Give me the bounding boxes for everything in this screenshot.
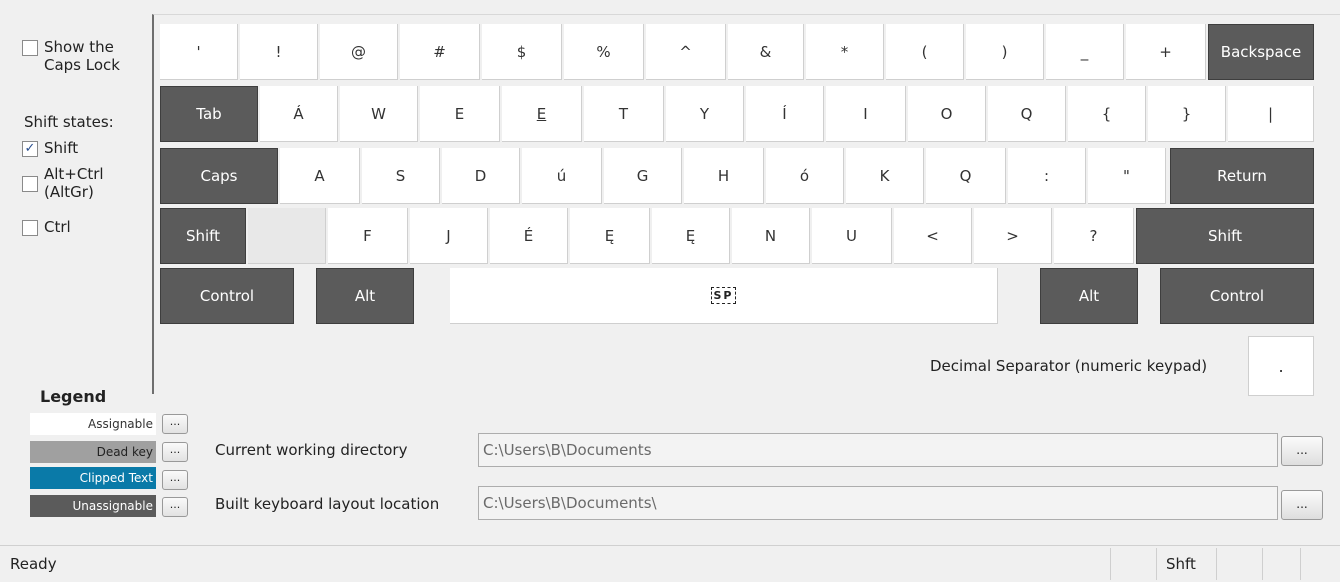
show-caps-lock-checkbox[interactable] xyxy=(22,40,38,56)
key[interactable]: D xyxy=(442,148,520,204)
key[interactable]: | xyxy=(1228,86,1314,142)
status-divider xyxy=(1300,548,1301,580)
build-location-label: Built keyboard layout location xyxy=(215,495,440,513)
space-marker: SP xyxy=(710,287,737,304)
altgr-option[interactable]: Alt+Ctrl (AltGr) xyxy=(22,165,104,201)
key[interactable]: ^ xyxy=(646,24,726,80)
key[interactable]: : xyxy=(1008,148,1086,204)
altgr-label: Alt+Ctrl (AltGr) xyxy=(44,165,104,201)
key-caps[interactable]: Caps xyxy=(160,148,278,204)
key[interactable]: U xyxy=(812,208,892,264)
key[interactable]: ' xyxy=(160,24,238,80)
checkmark-icon: ✓ xyxy=(24,141,36,156)
key-shift-right[interactable]: Shift xyxy=(1136,208,1314,264)
key[interactable]: E xyxy=(502,86,582,142)
cwd-field[interactable]: C:\Users\B\Documents xyxy=(478,433,1278,467)
key[interactable]: ú xyxy=(522,148,602,204)
key[interactable]: Ę xyxy=(570,208,650,264)
key-backspace[interactable]: Backspace xyxy=(1208,24,1314,80)
show-caps-lock-label: Show the Caps Lock xyxy=(44,38,120,74)
build-location-browse-button[interactable]: ... xyxy=(1281,490,1323,520)
status-bar: Ready Shft xyxy=(0,545,1340,582)
ctrl-label: Ctrl xyxy=(44,218,71,236)
key[interactable]: I xyxy=(826,86,906,142)
decimal-separator-key[interactable]: . xyxy=(1248,336,1314,396)
key-space[interactable]: SP xyxy=(450,268,998,324)
legend-unassignable: Unassignable xyxy=(30,495,156,517)
key-control-right[interactable]: Control xyxy=(1160,268,1314,324)
legend-dead-key: Dead key xyxy=(30,441,156,463)
ctrl-checkbox[interactable] xyxy=(22,220,38,236)
key-tab[interactable]: Tab xyxy=(160,86,258,142)
legend-title: Legend xyxy=(40,387,107,406)
status-divider xyxy=(1262,548,1263,580)
key[interactable]: ó xyxy=(766,148,844,204)
key[interactable]: > xyxy=(974,208,1052,264)
ctrl-option[interactable]: Ctrl xyxy=(22,218,71,236)
key-alt-left[interactable]: Alt xyxy=(316,268,414,324)
shift-states-title: Shift states: xyxy=(24,113,114,131)
key[interactable]: K xyxy=(846,148,924,204)
key[interactable]: { xyxy=(1068,86,1146,142)
decimal-separator-label: Decimal Separator (numeric keypad) xyxy=(930,357,1208,375)
key[interactable]: G xyxy=(604,148,682,204)
key[interactable]: < xyxy=(894,208,972,264)
key[interactable]: } xyxy=(1148,86,1226,142)
legend-dead-key-button[interactable]: ... xyxy=(162,442,188,462)
cwd-label: Current working directory xyxy=(215,441,408,459)
status-shift-indicator: Shft xyxy=(1166,555,1196,573)
status-divider xyxy=(1216,548,1217,580)
key[interactable]: & xyxy=(728,24,804,80)
legend-clipped-text: Clipped Text xyxy=(30,467,156,489)
legend-unassignable-button[interactable]: ... xyxy=(162,497,188,517)
key[interactable]: + xyxy=(1126,24,1206,80)
key[interactable]: _ xyxy=(1046,24,1124,80)
show-caps-lock-option[interactable]: Show the Caps Lock xyxy=(22,38,120,74)
shift-checkbox[interactable]: ✓ xyxy=(22,141,38,157)
key[interactable]: " xyxy=(1088,148,1166,204)
status-divider xyxy=(1110,548,1111,580)
key[interactable]: Í xyxy=(746,86,824,142)
key-alt-right[interactable]: Alt xyxy=(1040,268,1138,324)
key[interactable]: Y xyxy=(666,86,744,142)
build-location-field[interactable]: C:\Users\B\Documents\ xyxy=(478,486,1278,520)
key[interactable]: N xyxy=(732,208,810,264)
key[interactable]: T xyxy=(584,86,664,142)
key[interactable]: O xyxy=(908,86,986,142)
key[interactable]: ! xyxy=(240,24,318,80)
key[interactable]: @ xyxy=(320,24,398,80)
key-return[interactable]: Return xyxy=(1170,148,1314,204)
key[interactable]: E xyxy=(420,86,500,142)
key[interactable]: J xyxy=(410,208,488,264)
altgr-checkbox[interactable] xyxy=(22,176,38,192)
cwd-browse-button[interactable]: ... xyxy=(1281,436,1323,466)
key-shift-left[interactable]: Shift xyxy=(160,208,246,264)
key[interactable]: ) xyxy=(966,24,1044,80)
legend-clipped-text-button[interactable]: ... xyxy=(162,470,188,490)
key[interactable]: $ xyxy=(482,24,562,80)
key[interactable]: # xyxy=(400,24,480,80)
key[interactable]: S xyxy=(362,148,440,204)
key[interactable]: Q xyxy=(926,148,1006,204)
key[interactable]: * xyxy=(806,24,884,80)
key[interactable]: F xyxy=(328,208,408,264)
key[interactable]: ( xyxy=(886,24,964,80)
key[interactable]: Á xyxy=(260,86,338,142)
key[interactable]: W xyxy=(340,86,418,142)
key[interactable]: É xyxy=(490,208,568,264)
key[interactable]: A xyxy=(280,148,360,204)
key[interactable] xyxy=(248,208,326,264)
key[interactable]: % xyxy=(564,24,644,80)
shift-option[interactable]: ✓ Shift xyxy=(22,139,78,157)
legend-assignable: Assignable xyxy=(30,413,156,435)
key[interactable]: Q xyxy=(988,86,1066,142)
key-control-left[interactable]: Control xyxy=(160,268,294,324)
legend-assignable-button[interactable]: ... xyxy=(162,414,188,434)
key[interactable]: Ę xyxy=(652,208,730,264)
status-text: Ready xyxy=(10,555,57,573)
key[interactable]: H xyxy=(684,148,764,204)
status-divider xyxy=(1156,548,1157,580)
key[interactable]: ? xyxy=(1054,208,1134,264)
shift-label: Shift xyxy=(44,139,79,157)
